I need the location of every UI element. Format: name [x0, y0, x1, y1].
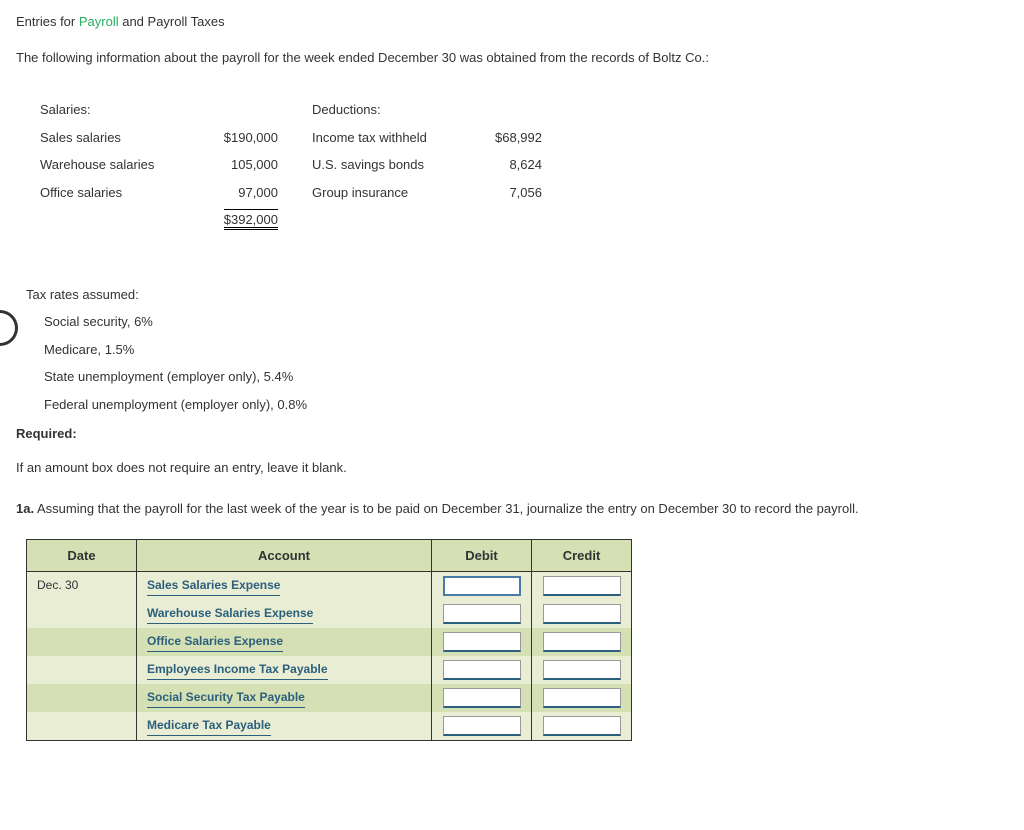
- intro-text: The following information about the payr…: [16, 48, 1008, 68]
- debit-input[interactable]: [443, 716, 521, 736]
- account-header: Account: [137, 539, 432, 572]
- salary-row-label: Office salaries: [28, 180, 198, 206]
- account-dropdown[interactable]: Social Security Tax Payable: [147, 688, 305, 708]
- required-label: Required:: [16, 424, 1008, 444]
- salaries-total: $392,000: [224, 209, 278, 230]
- journal-row: Medicare Tax Payable: [27, 712, 632, 741]
- question-1a: 1a. Assuming that the payroll for the la…: [16, 499, 1008, 519]
- deduction-row-amount: 8,624: [464, 152, 554, 178]
- title-prefix: Entries for: [16, 14, 79, 29]
- debit-input[interactable]: [443, 632, 521, 652]
- payroll-info-table: Salaries: Deductions: Sales salaries $19…: [26, 95, 556, 235]
- checkpoint-indicator: [0, 310, 18, 346]
- debit-input[interactable]: [443, 660, 521, 680]
- journal-row: Dec. 30 Sales Salaries Expense: [27, 572, 632, 601]
- credit-input[interactable]: [543, 576, 621, 596]
- credit-input[interactable]: [543, 716, 621, 736]
- account-dropdown[interactable]: Employees Income Tax Payable: [147, 660, 328, 680]
- journal-entry-table: Date Account Debit Credit Dec. 30 Sales …: [26, 539, 632, 742]
- debit-header: Debit: [432, 539, 532, 572]
- journal-row: Warehouse Salaries Expense: [27, 600, 632, 628]
- account-dropdown[interactable]: Medicare Tax Payable: [147, 716, 271, 736]
- tax-header: Tax rates assumed:: [26, 285, 1008, 305]
- journal-row: Office Salaries Expense: [27, 628, 632, 656]
- tax-item: Social security, 6%: [26, 312, 1008, 332]
- deduction-row-label: U.S. savings bonds: [292, 152, 462, 178]
- tax-item: Federal unemployment (employer only), 0.…: [26, 395, 1008, 415]
- account-dropdown[interactable]: Warehouse Salaries Expense: [147, 604, 313, 624]
- deduction-row-amount: $68,992: [464, 125, 554, 151]
- tax-item: Medicare, 1.5%: [26, 340, 1008, 360]
- tax-rates-section: Tax rates assumed: Social security, 6% M…: [26, 285, 1008, 415]
- credit-input[interactable]: [543, 632, 621, 652]
- credit-header: Credit: [532, 539, 632, 572]
- journal-date: Dec. 30: [27, 572, 137, 601]
- debit-input[interactable]: [443, 604, 521, 624]
- deduction-row-label: Income tax withheld: [292, 125, 462, 151]
- credit-input[interactable]: [543, 604, 621, 624]
- instruction-text: If an amount box does not require an ent…: [16, 458, 1008, 478]
- journal-row: Social Security Tax Payable: [27, 684, 632, 712]
- debit-input[interactable]: [443, 688, 521, 708]
- question-number: 1a.: [16, 501, 34, 516]
- salary-row-amount: $190,000: [200, 125, 290, 151]
- account-dropdown[interactable]: Sales Salaries Expense: [147, 576, 280, 596]
- debit-input[interactable]: [443, 576, 521, 596]
- salary-row-amount: 97,000: [200, 180, 290, 206]
- payroll-link[interactable]: Payroll: [79, 14, 119, 29]
- deduction-row-amount: 7,056: [464, 180, 554, 206]
- salary-row-label: Warehouse salaries: [28, 152, 198, 178]
- page-title: Entries for Payroll and Payroll Taxes: [16, 12, 1008, 32]
- account-dropdown[interactable]: Office Salaries Expense: [147, 632, 283, 652]
- journal-row: Employees Income Tax Payable: [27, 656, 632, 684]
- credit-input[interactable]: [543, 660, 621, 680]
- question-text: Assuming that the payroll for the last w…: [34, 501, 859, 516]
- salary-row-amount: 105,000: [200, 152, 290, 178]
- deduction-row-label: Group insurance: [292, 180, 462, 206]
- title-suffix: and Payroll Taxes: [119, 14, 225, 29]
- tax-item: State unemployment (employer only), 5.4%: [26, 367, 1008, 387]
- salary-row-label: Sales salaries: [28, 125, 198, 151]
- salaries-header: Salaries:: [28, 97, 198, 123]
- credit-input[interactable]: [543, 688, 621, 708]
- deductions-header: Deductions:: [292, 97, 462, 123]
- date-header: Date: [27, 539, 137, 572]
